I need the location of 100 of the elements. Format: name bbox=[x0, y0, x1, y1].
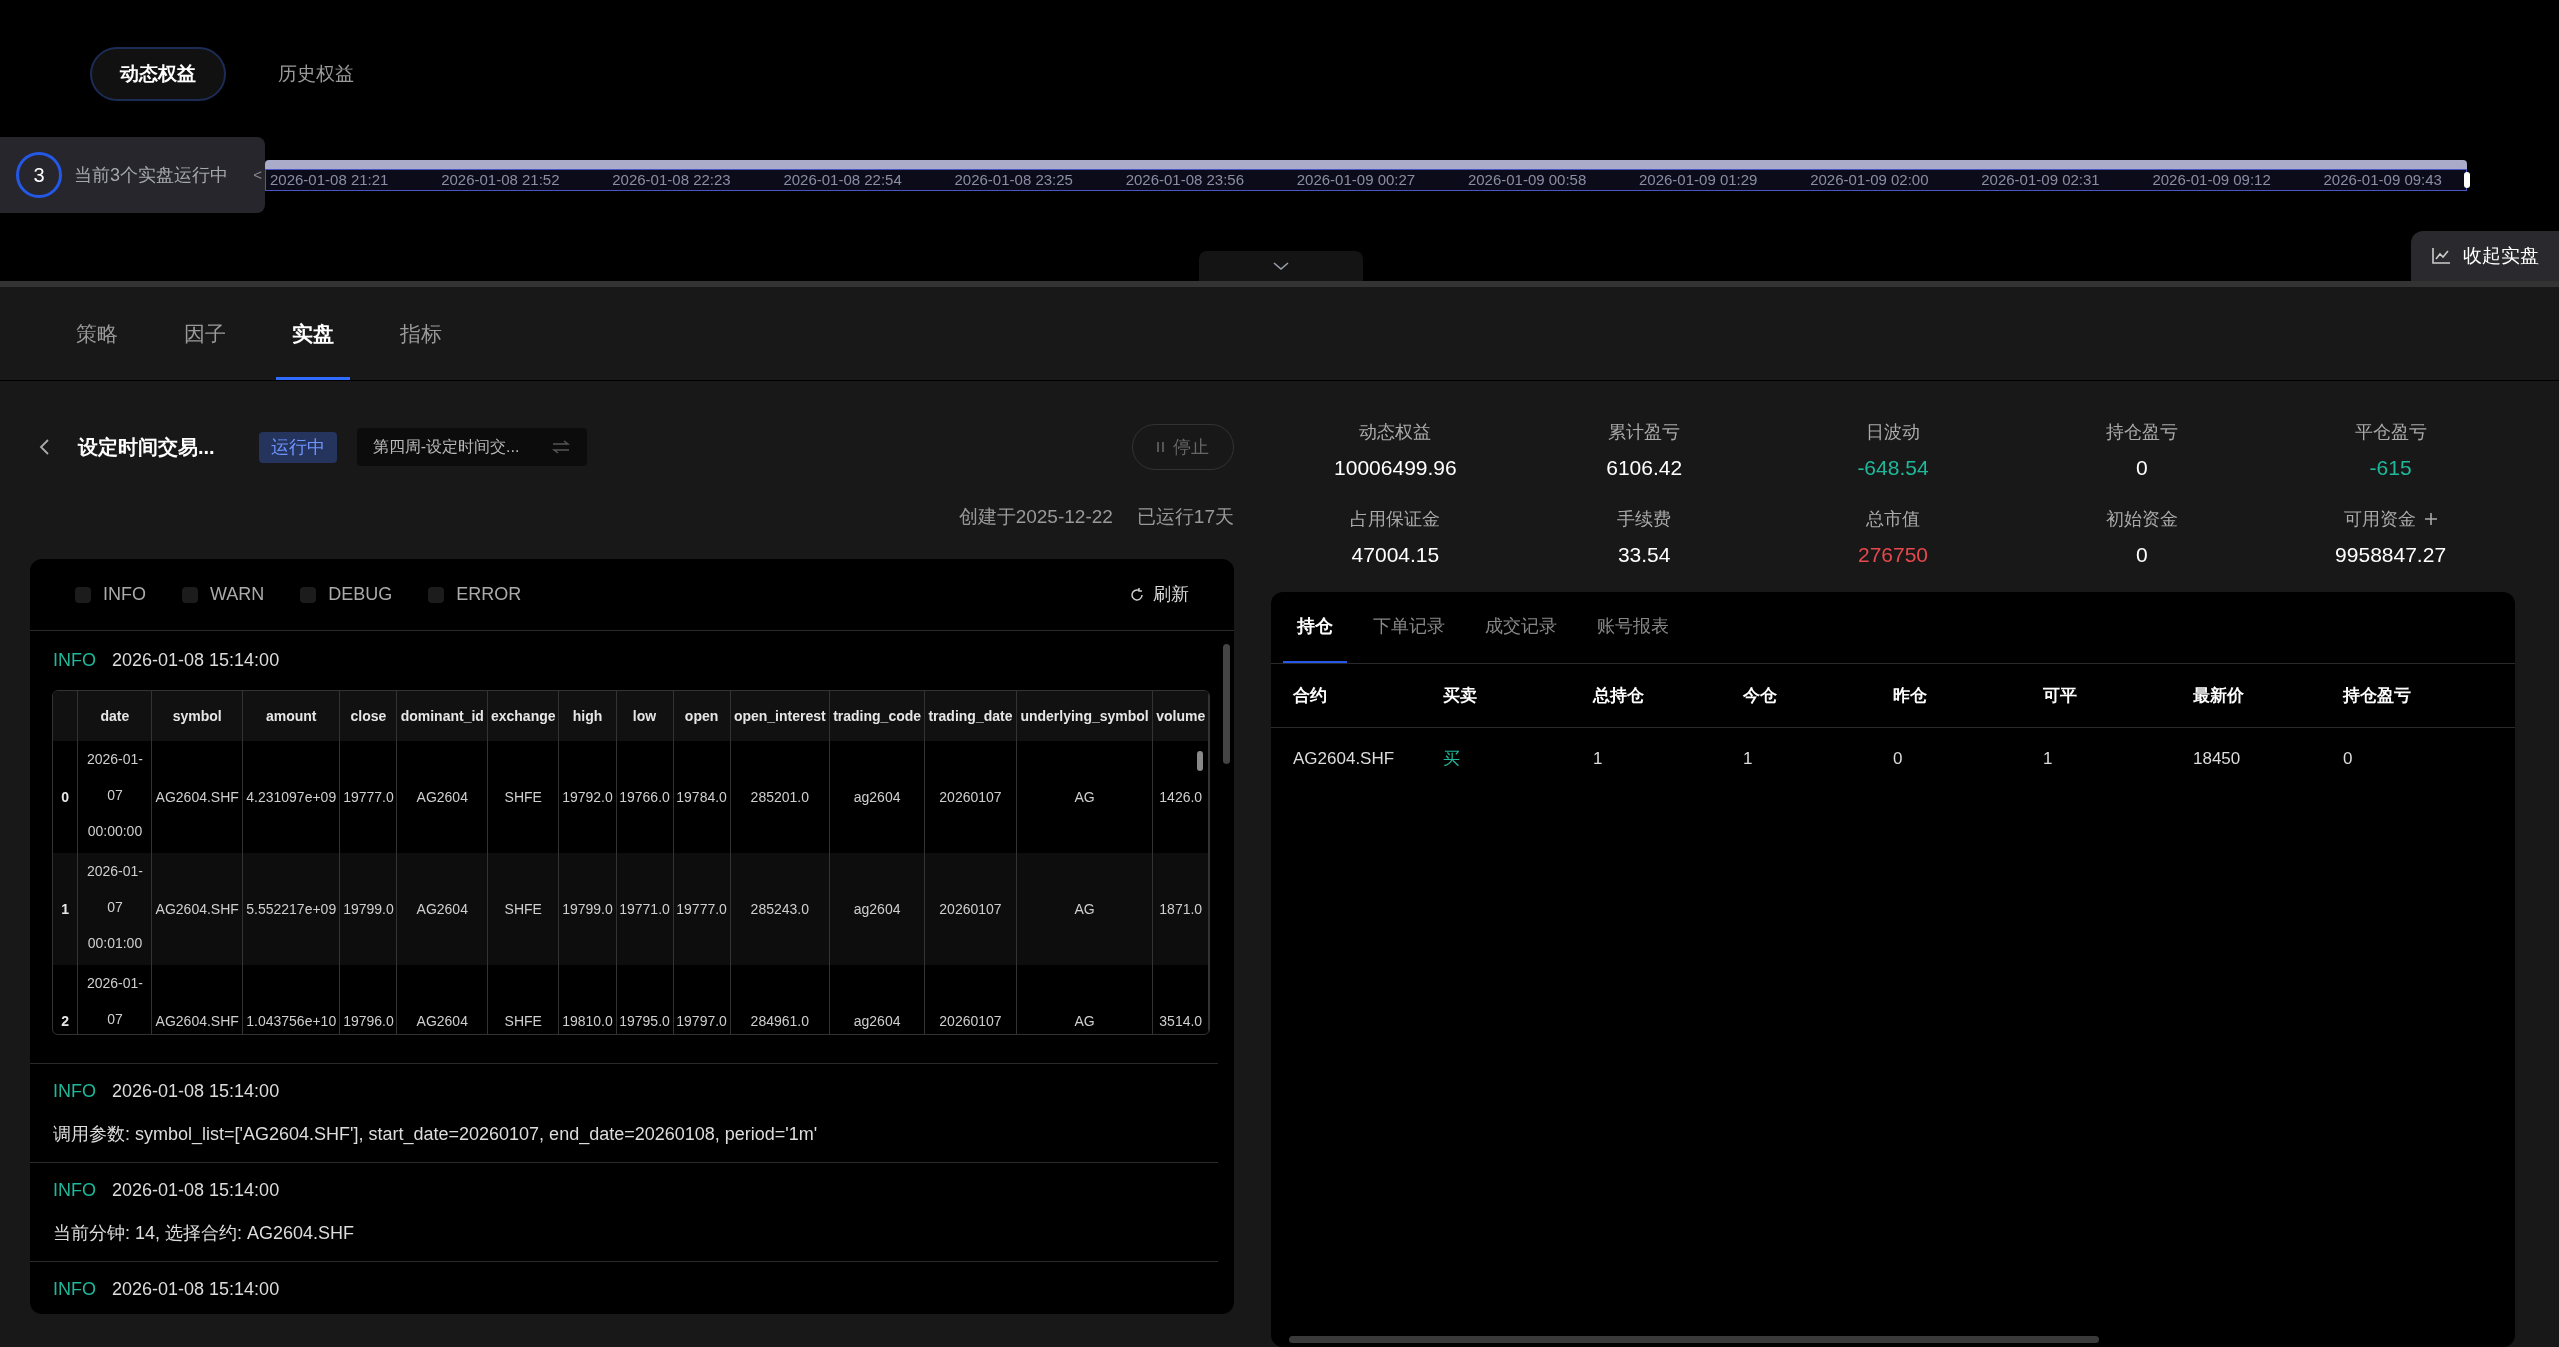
log-time: 2026-01-08 15:14:00 bbox=[112, 1278, 280, 1301]
running-badge[interactable]: 3 当前3个实盘运行中 < bbox=[0, 137, 265, 213]
column-header: open bbox=[673, 691, 731, 741]
status-badge: 运行中 bbox=[258, 431, 337, 463]
main-tab[interactable]: 指标 bbox=[384, 290, 458, 380]
column-header: low bbox=[616, 691, 674, 741]
table-cell: 285243.0 bbox=[730, 853, 830, 965]
column-header: volume bbox=[1153, 691, 1209, 741]
table-cell-text: 18450 bbox=[2193, 748, 2242, 771]
pause-icon bbox=[1157, 441, 1165, 453]
back-icon[interactable] bbox=[38, 437, 50, 457]
stat-value: 10006499.96 bbox=[1334, 455, 1457, 481]
stat-label: 日波动 bbox=[1866, 421, 1920, 444]
equity-tab[interactable]: 历史权益 bbox=[250, 47, 382, 101]
refresh-icon bbox=[1129, 586, 1145, 603]
table-cell: 19777.0 bbox=[673, 853, 731, 965]
table-cell: 19795.0 bbox=[616, 965, 674, 1034]
main-tab[interactable]: 实盘 bbox=[276, 290, 350, 380]
table-cell: 3514.0 bbox=[1153, 965, 1209, 1034]
collapse-arrow[interactable]: < bbox=[253, 163, 262, 187]
expand-tab[interactable] bbox=[1199, 251, 1363, 282]
table-cell: 284961.0 bbox=[730, 965, 830, 1034]
plus-icon[interactable] bbox=[2423, 512, 2438, 526]
table-cell: 19799.0 bbox=[558, 853, 616, 965]
column-header: 合约 bbox=[1293, 684, 1328, 707]
chevron-down-icon bbox=[1272, 260, 1290, 273]
filter-checkbox[interactable] bbox=[300, 586, 317, 603]
table-cell: AG2604 bbox=[397, 965, 488, 1034]
account-tab[interactable]: 下单记录 bbox=[1359, 592, 1459, 663]
table-cell: ag2604 bbox=[829, 965, 925, 1034]
log-message: 当前分钟: 14, 选择合约: AG2604.SHF bbox=[53, 1222, 356, 1245]
table-cell: 20260107 bbox=[924, 965, 1017, 1034]
column-header: 今仓 bbox=[1743, 684, 1778, 707]
stat-value: 33.54 bbox=[1617, 541, 1671, 568]
column-header: 持仓盈亏 bbox=[2343, 684, 2412, 707]
table-cell-text: 0 bbox=[2343, 748, 2354, 771]
stat-value: 0 bbox=[2135, 541, 2148, 568]
filter-label: ERROR bbox=[456, 583, 522, 606]
timeline-label: 2026-01-09 01:29 bbox=[1639, 172, 1758, 187]
column-header: underlying_symbol bbox=[1016, 691, 1153, 741]
table-cell: 19771.0 bbox=[616, 853, 674, 965]
horizontal-scrollbar[interactable] bbox=[1289, 1336, 2099, 1343]
column-header: trading_date bbox=[924, 691, 1017, 741]
timeline-label: 2026-01-09 02:00 bbox=[1810, 172, 1929, 187]
main-tab[interactable]: 策略 bbox=[60, 290, 134, 380]
stat-label: 总市值 bbox=[1866, 507, 1920, 531]
timeline-scrollbar[interactable] bbox=[265, 159, 2467, 169]
running-count-icon: 3 bbox=[16, 152, 62, 198]
swap-icon bbox=[551, 440, 572, 454]
column-header: date bbox=[77, 691, 152, 741]
filter-checkbox[interactable] bbox=[75, 586, 91, 603]
table-cell-text: 买 bbox=[1443, 748, 1461, 771]
equity-tab[interactable]: 动态权益 bbox=[90, 47, 226, 101]
filter-checkbox[interactable] bbox=[428, 586, 445, 603]
table-cell: 19797.0 bbox=[673, 965, 731, 1034]
timeline-label: 2026-01-09 00:58 bbox=[1467, 172, 1587, 187]
stat-label: 可用资金 bbox=[2343, 505, 2438, 533]
column-header: open_interest bbox=[730, 691, 830, 741]
timeline-label: 2026-01-09 09:12 bbox=[2152, 172, 2271, 187]
account-tab[interactable]: 成交记录 bbox=[1471, 592, 1571, 663]
table-cell-text: 1 bbox=[2043, 748, 2054, 771]
strategy-selector[interactable]: 第四周-设定时间交... bbox=[356, 428, 588, 466]
row-index: 2 bbox=[53, 965, 78, 1034]
timeline-label: 2026-01-08 23:25 bbox=[954, 172, 1073, 187]
table-cell: SHFE bbox=[487, 853, 559, 965]
account-tab[interactable]: 账号报表 bbox=[1583, 592, 1683, 663]
table-scrollbar[interactable] bbox=[1197, 751, 1203, 771]
log-time: 2026-01-08 15:14:00 bbox=[112, 1179, 280, 1202]
log-scrollbar[interactable] bbox=[1223, 644, 1230, 764]
account-tab[interactable]: 持仓 bbox=[1283, 592, 1347, 663]
table-cell: ag2604 bbox=[829, 853, 925, 965]
row-index: 1 bbox=[53, 853, 78, 965]
stat-label: 手续费 bbox=[1617, 507, 1672, 531]
table-cell: 5.552217e+09 bbox=[242, 853, 340, 965]
log-time: 2026-01-08 15:14:00 bbox=[112, 1080, 280, 1103]
collapse-live-button[interactable]: 收起实盘 bbox=[2411, 231, 2559, 282]
table-cell-text: 1 bbox=[1743, 748, 1754, 771]
filter-checkbox[interactable] bbox=[182, 586, 198, 603]
timeline-navigator[interactable] bbox=[265, 168, 2467, 191]
refresh-button[interactable]: 刷新 bbox=[1129, 581, 1189, 608]
column-header: close bbox=[339, 691, 397, 741]
stat-value: 276750 bbox=[1857, 541, 1929, 568]
stat-label: 持仓盈亏 bbox=[2105, 421, 2178, 444]
timeline-label: 2026-01-08 23:56 bbox=[1125, 172, 1245, 187]
stat-value: -648.54 bbox=[1857, 455, 1929, 481]
stat-label: 平仓盈亏 bbox=[2354, 421, 2427, 444]
main-tab[interactable]: 因子 bbox=[168, 290, 242, 380]
timeline-label: 2026-01-09 00:27 bbox=[1296, 172, 1416, 187]
table-cell-text: 0 bbox=[1893, 748, 1904, 771]
range-handle[interactable] bbox=[2464, 171, 2470, 188]
column-header: exchange bbox=[487, 691, 559, 741]
stat-value: 6106.42 bbox=[1606, 455, 1683, 481]
log-time: 2026-01-08 15:14:00 bbox=[112, 649, 280, 672]
stat-value: -615 bbox=[2369, 455, 2412, 481]
table-cell: AG bbox=[1016, 965, 1153, 1034]
stat-value: 0 bbox=[2135, 455, 2148, 481]
stat-value: 47004.15 bbox=[1351, 541, 1440, 568]
running-days: 已运行17天 bbox=[1136, 502, 1234, 532]
filter-label: DEBUG bbox=[328, 583, 393, 606]
timeline-label: 2026-01-08 21:21 bbox=[270, 172, 389, 187]
